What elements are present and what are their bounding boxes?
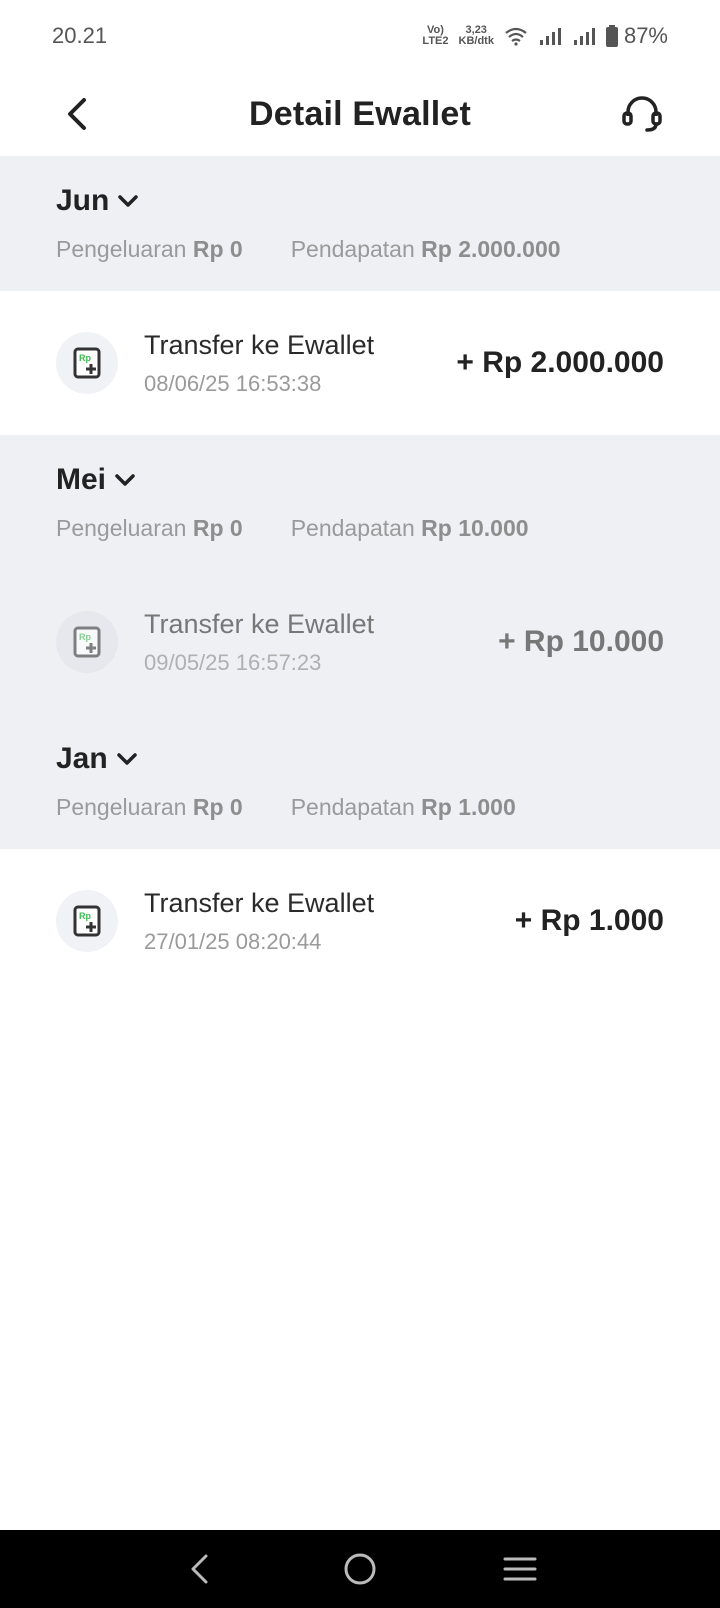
- page-title: Detail Ewallet: [249, 94, 471, 133]
- month-name: Mei: [56, 463, 107, 496]
- chevron-down-icon: [116, 753, 137, 765]
- expense-summary: Pengeluaran Rp 0: [56, 794, 243, 820]
- svg-text:Rp: Rp: [79, 911, 91, 921]
- chevron-left-icon: [191, 1554, 208, 1584]
- transaction-title: Transfer ke Ewallet: [144, 887, 375, 918]
- status-bar: 20.21 Vo) LTE2 3,23 KB/dtk 87%: [0, 0, 720, 72]
- network-speed: 3,23 KB/dtk: [458, 24, 494, 47]
- month-summary: Pengeluaran Rp 0 Pendapatan Rp 10.000: [56, 515, 664, 542]
- month-selector[interactable]: Jan: [56, 742, 664, 776]
- chevron-down-icon: [118, 195, 139, 207]
- nav-back-button[interactable]: [170, 1539, 230, 1599]
- transaction-date: 09/05/25 16:57:23: [144, 649, 322, 675]
- menu-lines-icon: [503, 1557, 537, 1581]
- month-section-jan: Jan Pengeluaran Rp 0 Pendapatan Rp 1.000: [0, 714, 720, 849]
- transaction-amount: + Rp 1.000: [514, 904, 664, 937]
- system-nav-bar: [0, 1530, 720, 1608]
- transaction-row[interactable]: Rp Transfer ke Ewallet 09/05/25 16:57:23…: [0, 570, 720, 714]
- signal-icon-2: [573, 28, 595, 45]
- transaction-row[interactable]: Rp Transfer ke Ewallet 08/06/25 16:53:38…: [0, 291, 720, 435]
- transaction-info: Transfer ke Ewallet 09/05/25 16:57:23: [144, 609, 498, 676]
- battery-percent: 87%: [623, 23, 668, 48]
- support-button[interactable]: [618, 90, 666, 138]
- transaction-info: Transfer ke Ewallet 08/06/25 16:53:38: [144, 330, 456, 397]
- nav-home-button[interactable]: [330, 1539, 390, 1599]
- headset-icon: [622, 96, 662, 132]
- income-summary: Pendapatan Rp 1.000: [290, 794, 516, 820]
- month-name: Jan: [56, 742, 108, 775]
- chevron-down-icon: [115, 474, 135, 486]
- ewallet-topup-icon: Rp: [56, 890, 118, 952]
- expense-summary: Pengeluaran Rp 0: [56, 236, 243, 262]
- ewallet-topup-icon: Rp: [56, 611, 118, 673]
- app-header: Detail Ewallet: [0, 72, 720, 156]
- month-summary: Pengeluaran Rp 0 Pendapatan Rp 2.000.000: [56, 236, 664, 263]
- status-icons: Vo) LTE2 3,23 KB/dtk 87%: [422, 23, 668, 49]
- home-circle-icon: [344, 1553, 376, 1585]
- transaction-amount: + Rp 10.000: [498, 625, 664, 658]
- nav-recents-button[interactable]: [490, 1539, 550, 1599]
- month-name: Jun: [56, 184, 110, 217]
- expense-summary: Pengeluaran Rp 0: [56, 515, 243, 541]
- back-button[interactable]: [54, 90, 102, 138]
- battery-indicator: 87%: [605, 23, 668, 49]
- transaction-title: Transfer ke Ewallet: [144, 329, 375, 360]
- wifi-icon: [505, 27, 527, 46]
- transaction-date: 27/01/25 08:20:44: [144, 928, 322, 954]
- month-selector[interactable]: Mei: [56, 463, 664, 497]
- transaction-row[interactable]: Rp Transfer ke Ewallet 27/01/25 08:20:44…: [0, 849, 720, 993]
- transaction-info: Transfer ke Ewallet 27/01/25 08:20:44: [144, 888, 515, 955]
- transaction-date: 08/06/25 16:53:38: [144, 370, 322, 396]
- battery-icon: [605, 25, 618, 47]
- svg-text:Rp: Rp: [79, 632, 91, 642]
- month-section-jun: Jun Pengeluaran Rp 0 Pendapatan Rp 2.000…: [0, 156, 720, 291]
- income-summary: Pendapatan Rp 10.000: [290, 515, 529, 541]
- month-summary: Pengeluaran Rp 0 Pendapatan Rp 1.000: [56, 794, 664, 821]
- transaction-title: Transfer ke Ewallet: [144, 608, 375, 639]
- transaction-amount: + Rp 2.000.000: [456, 346, 664, 379]
- volte-indicator: Vo) LTE2: [422, 24, 449, 47]
- month-selector[interactable]: Jun: [56, 184, 664, 218]
- month-section-mei: Mei Pengeluaran Rp 0 Pendapatan Rp 10.00…: [0, 435, 720, 570]
- income-summary: Pendapatan Rp 2.000.000: [290, 236, 561, 262]
- signal-icon-1: [539, 28, 561, 45]
- ewallet-topup-icon: Rp: [56, 332, 118, 394]
- chevron-left-icon: [68, 98, 86, 130]
- status-time: 20.21: [52, 23, 108, 48]
- svg-text:Rp: Rp: [79, 353, 91, 363]
